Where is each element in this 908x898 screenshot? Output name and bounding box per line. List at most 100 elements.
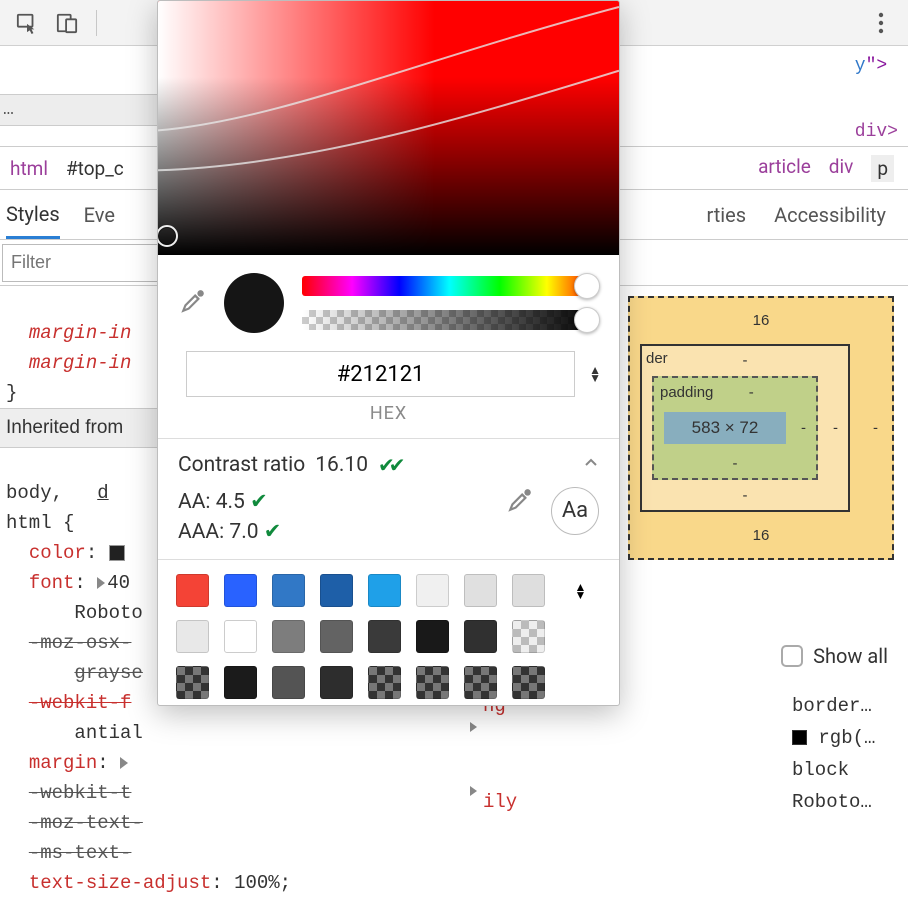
computed-value[interactable]: Roboto…	[792, 786, 902, 818]
breadcrumb-item-selected[interactable]: p	[871, 155, 894, 182]
breadcrumb-item[interactable]: #top_c	[66, 157, 124, 180]
contrast-sample-button[interactable]: Aa	[551, 487, 599, 535]
device-toggle-icon[interactable]	[50, 6, 84, 40]
css-value[interactable]: Roboto	[74, 602, 142, 624]
box-model-content[interactable]: 583 × 72	[664, 412, 786, 444]
css-prop-strikethrough[interactable]: -webkit-t	[29, 782, 132, 804]
palette-swatch[interactable]	[464, 574, 497, 607]
css-prop[interactable]: text-size-adjust	[29, 872, 211, 894]
kebab-menu-icon[interactable]	[864, 6, 898, 40]
palette-swatch[interactable]	[272, 574, 305, 607]
box-model-border-top[interactable]: -	[743, 352, 748, 369]
tab-styles[interactable]: Styles	[6, 202, 60, 239]
box-model-margin-top[interactable]: 16	[753, 312, 770, 329]
color-format-label: HEX	[158, 397, 619, 438]
css-value: antial	[74, 722, 142, 744]
palette-swatch-transparent[interactable]	[512, 620, 545, 653]
expander-icon[interactable]	[470, 722, 477, 732]
box-model-border-right[interactable]: -	[833, 420, 838, 437]
css-prop-strikethrough[interactable]: -ms-text-	[29, 842, 132, 864]
box-model-diagram[interactable]: 16 16 - der - - - padding - - - 583 × 72	[628, 296, 894, 560]
box-model-padding-bottom[interactable]: -	[733, 455, 738, 472]
computed-value[interactable]: block	[792, 754, 902, 786]
breadcrumb-item[interactable]: article	[758, 155, 811, 182]
format-spinner[interactable]: ▲▼	[589, 366, 601, 382]
check-icon: ✔	[250, 490, 268, 514]
computed-value[interactable]: border…	[792, 690, 902, 722]
box-model-margin-right[interactable]: -	[873, 420, 878, 437]
palette-swatch[interactable]	[272, 666, 305, 699]
background-eyedropper-icon[interactable]	[507, 487, 533, 522]
palette-swatch[interactable]	[416, 666, 449, 699]
css-prop-strikethrough[interactable]: -moz-text-	[29, 812, 143, 834]
css-prop-font[interactable]: font	[29, 572, 75, 594]
tab-properties[interactable]: rties	[706, 203, 746, 227]
palette-swatch[interactable]	[224, 574, 257, 607]
palette-swatch[interactable]	[512, 574, 545, 607]
hex-input[interactable]	[186, 351, 575, 397]
collapsed-ancestors[interactable]: …	[0, 94, 158, 126]
computed-value[interactable]: rgb(…	[792, 722, 902, 754]
box-model-padding-label: padding	[660, 384, 713, 401]
chevron-up-icon[interactable]	[583, 453, 599, 477]
color-swatch-icon[interactable]	[792, 730, 807, 745]
box-model-border-bottom[interactable]: -	[743, 487, 748, 504]
contrast-ratio-value: 16.10	[315, 453, 368, 477]
css-selector[interactable]: html {	[6, 512, 74, 534]
css-brace: }	[6, 382, 17, 404]
palette-swatch[interactable]	[368, 620, 401, 653]
box-model-padding-right[interactable]: -	[801, 420, 806, 437]
palette-swatch[interactable]	[320, 620, 353, 653]
palette-swatch[interactable]	[320, 574, 353, 607]
box-model-padding-top[interactable]: -	[749, 384, 754, 401]
inspect-element-icon[interactable]	[10, 6, 44, 40]
palette-spinner[interactable]: ▲▼	[560, 574, 601, 607]
computed-name[interactable]	[483, 754, 792, 786]
palette-swatch[interactable]	[176, 620, 209, 653]
expander-icon[interactable]	[470, 786, 477, 796]
eyedropper-icon[interactable]	[180, 288, 206, 318]
dom-source-peek: y"> div>	[855, 50, 898, 148]
expander-icon[interactable]	[120, 757, 128, 769]
expander-icon[interactable]	[97, 577, 105, 589]
palette-swatch[interactable]	[464, 666, 497, 699]
palette-swatch[interactable]	[368, 574, 401, 607]
box-model-margin-bottom[interactable]: 16	[753, 527, 770, 544]
palette-swatch[interactable]	[416, 620, 449, 653]
palette-swatch[interactable]	[224, 666, 257, 699]
double-check-icon: ✔✔	[378, 453, 400, 477]
css-prop-strikethrough[interactable]: -moz-osx-	[29, 632, 132, 654]
check-icon: ✔	[264, 520, 282, 544]
computed-name[interactable]: ily	[483, 786, 792, 818]
hue-slider[interactable]	[302, 276, 597, 296]
slider-thumb[interactable]	[574, 273, 600, 299]
css-selector[interactable]: body, d	[6, 482, 109, 504]
palette-swatch[interactable]	[512, 666, 545, 699]
css-prop-color[interactable]: color	[29, 542, 86, 564]
satval-cursor-icon[interactable]	[157, 225, 178, 247]
css-prop[interactable]: margin-in	[29, 352, 132, 374]
breadcrumb-item[interactable]: div	[829, 155, 854, 182]
slider-thumb[interactable]	[574, 307, 600, 333]
palette-swatch[interactable]	[176, 666, 209, 699]
css-prop-strikethrough[interactable]: -webkit-f	[29, 692, 132, 714]
breadcrumb-item[interactable]: html	[10, 157, 48, 180]
palette-swatch[interactable]	[176, 574, 209, 607]
show-all-toggle[interactable]: Show all	[781, 644, 888, 668]
css-prop[interactable]: margin-in	[29, 322, 132, 344]
color-swatch-icon[interactable]	[109, 545, 125, 561]
palette-swatch[interactable]	[368, 666, 401, 699]
alpha-slider[interactable]	[302, 310, 597, 330]
palette-swatch[interactable]	[416, 574, 449, 607]
tab-event-listeners[interactable]: Eve	[84, 203, 115, 227]
box-model-border-label: der	[646, 350, 668, 367]
palette-swatch[interactable]	[464, 620, 497, 653]
palette-swatch[interactable]	[224, 620, 257, 653]
saturation-value-field[interactable]	[158, 1, 619, 255]
css-prop-margin[interactable]: margin	[29, 752, 97, 774]
palette-swatch[interactable]	[272, 620, 305, 653]
palette-swatch[interactable]	[320, 666, 353, 699]
checkbox-icon[interactable]	[781, 645, 803, 667]
tab-accessibility[interactable]: Accessibility	[774, 203, 886, 227]
computed-name[interactable]	[483, 722, 792, 754]
